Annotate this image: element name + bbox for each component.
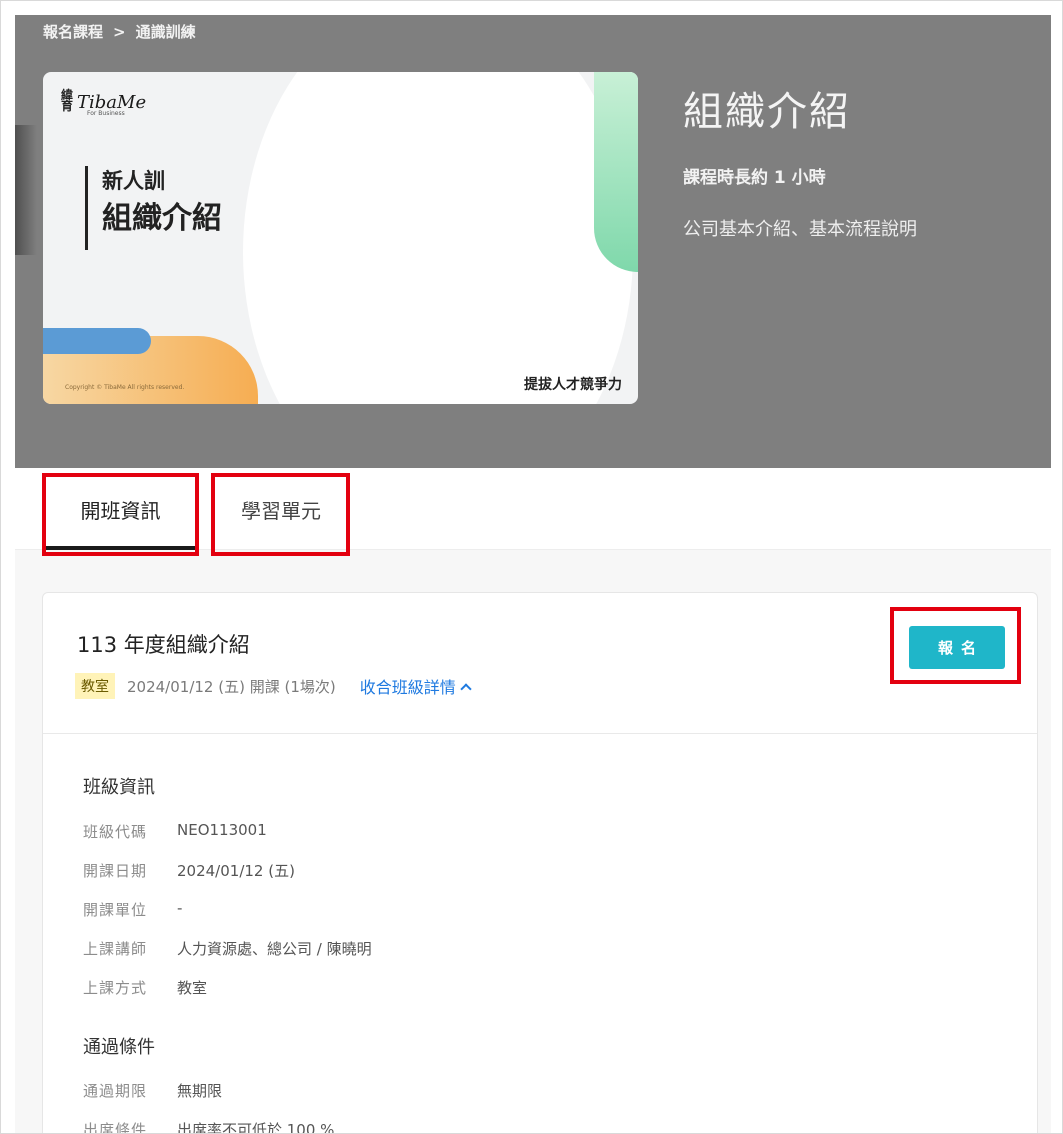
info-label: 出席條件 [83,1121,148,1134]
tab-class-info[interactable]: 開班資訊 [43,468,198,550]
info-label: 通過期限 [83,1082,148,1100]
info-value: 教室 [177,979,208,997]
tibame-logo: 緯育 TibaMe For Business [61,88,146,117]
info-row-class-code: 班級代碼 NEO113001 [83,821,267,842]
info-value: 2024/01/12 (五) [177,862,295,880]
info-label: 開課單位 [83,901,148,919]
banner-title-large: 組織介紹 [102,201,222,236]
class-date: 2024/01/12 (五) 開課 (1場次) [127,677,336,696]
logo-subtitle: For Business [87,110,125,117]
decorative-shadow [15,125,37,255]
info-value: 出席率不可低於 100 % [177,1121,335,1134]
class-meta: 教室 2024/01/12 (五) 開課 (1場次) 收合班級詳情 [75,673,472,699]
banner-copyright: Copyright © TibaMe All rights reserved. [65,384,185,391]
banner-title-small: 新人訓 [102,169,165,193]
chevron-right-icon: > [113,22,126,41]
info-row-organizer: 開課單位 - [83,899,182,920]
classroom-badge: 教室 [75,673,115,699]
class-card: 113 年度組織介紹 教室 2024/01/12 (五) 開課 (1場次) 收合… [42,592,1038,1134]
logo-mark: 緯育 [61,88,74,113]
course-title: 組織介紹 [683,89,851,135]
pass-conditions-title: 通過條件 [83,1037,155,1058]
info-label: 上課方式 [83,979,148,997]
tab-learning-units[interactable]: 學習單元 [211,468,351,550]
info-row-attendance: 出席條件 出席率不可低於 100 % [83,1119,335,1134]
banner-swoosh-shape [243,72,633,404]
info-row-method: 上課方式 教室 [83,977,207,998]
breadcrumb-item-enroll[interactable]: 報名課程 [43,21,103,42]
info-value: - [177,899,183,917]
info-value: 人力資源處、總公司 / 陳曉明 [177,940,372,958]
class-info-title: 班級資訊 [83,777,155,798]
breadcrumb-item-category[interactable]: 通識訓練 [136,21,196,42]
chevron-up-icon [460,682,472,695]
info-row-pass-deadline: 通過期限 無期限 [83,1080,222,1101]
info-row-start-date: 開課日期 2024/01/12 (五) [83,860,295,881]
banner-title-block: 新人訓 組織介紹 [85,166,222,250]
enroll-button[interactable]: 報名 [909,626,1005,669]
page-frame: 報名課程 > 通識訓練 緯育 TibaMe For Business 新人訓 組… [0,0,1063,1134]
info-label: 上課講師 [83,940,148,958]
class-card-header: 113 年度組織介紹 教室 2024/01/12 (五) 開課 (1場次) 收合… [43,593,1037,734]
class-name: 113 年度組織介紹 [77,633,250,657]
course-tabs: 開班資訊 學習單元 [15,468,1051,550]
info-label: 班級代碼 [83,823,148,841]
course-duration: 課程時長約 1 小時 [683,168,826,188]
course-hero: 報名課程 > 通識訓練 緯育 TibaMe For Business 新人訓 組… [15,15,1051,468]
collapse-details-link[interactable]: 收合班級詳情 [359,674,472,698]
breadcrumb: 報名課程 > 通識訓練 [43,21,196,42]
collapse-details-label: 收合班級詳情 [359,678,456,697]
info-label: 開課日期 [83,862,148,880]
banner-slogan: 提拔人才競爭力 [524,377,622,393]
course-banner-image: 緯育 TibaMe For Business 新人訓 組織介紹 Copyrigh… [43,72,638,404]
banner-mint-shape [594,72,638,272]
info-value: 無期限 [177,1082,223,1100]
info-value: NEO113001 [177,821,267,839]
banner-blue-shape [43,328,151,354]
course-description: 公司基本介紹、基本流程說明 [683,219,917,240]
info-row-instructor: 上課講師 人力資源處、總公司 / 陳曉明 [83,938,372,959]
